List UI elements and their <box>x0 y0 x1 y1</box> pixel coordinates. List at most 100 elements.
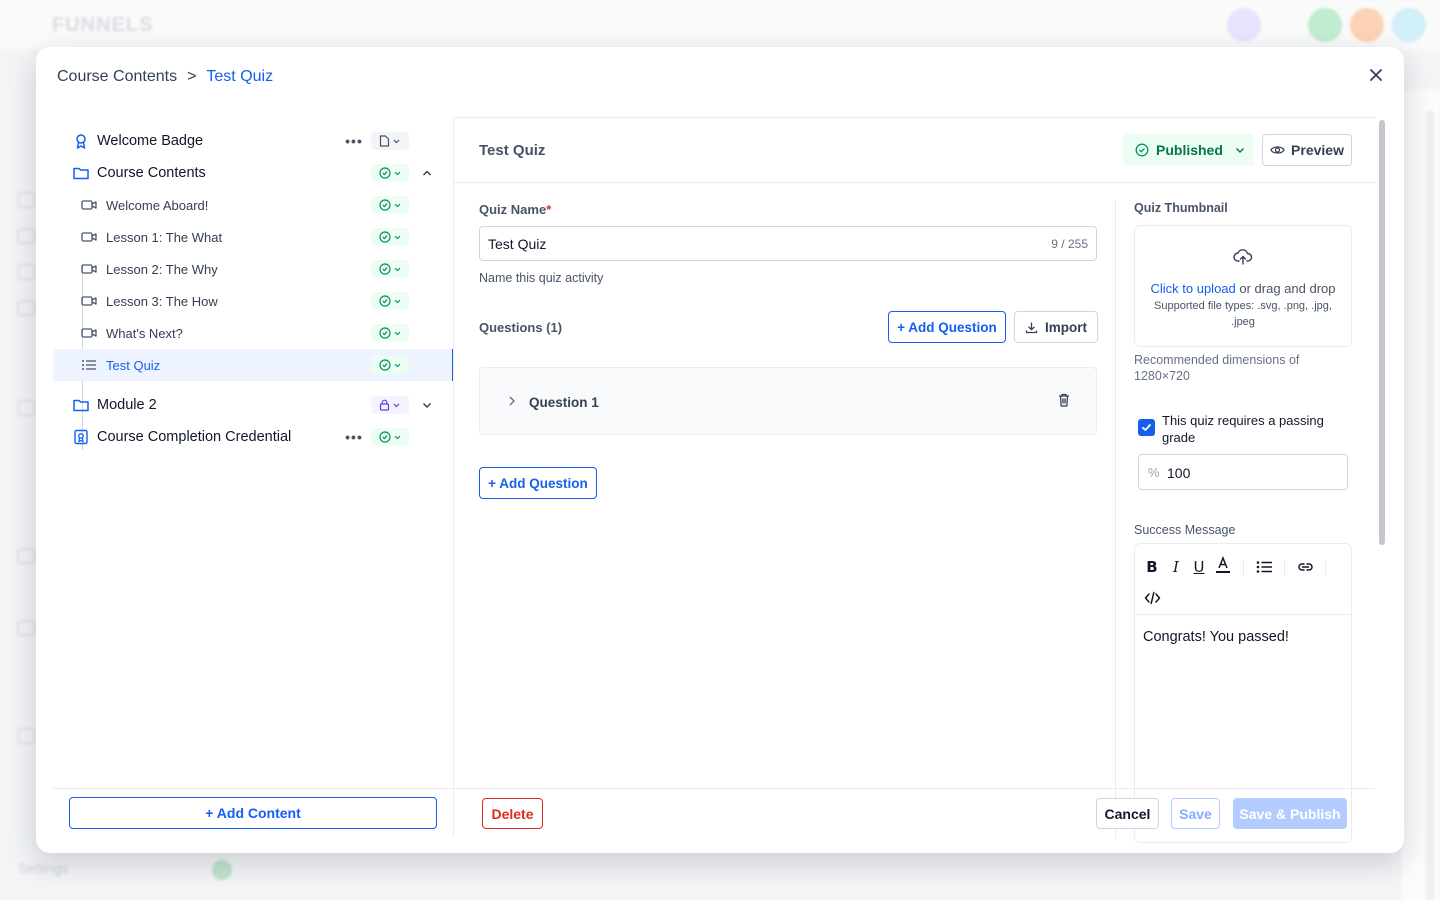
tree-item-course-contents[interactable]: Course Contents <box>53 157 453 189</box>
underline-icon[interactable]: U <box>1189 557 1209 577</box>
chevron-right-icon[interactable] <box>506 394 518 411</box>
toolbar-separator <box>1243 560 1244 576</box>
passing-grade-label: This quiz requires a passing grade <box>1162 413 1324 445</box>
preview-button[interactable]: Preview <box>1262 134 1352 166</box>
quiz-name-label: Quiz Name* <box>479 202 551 217</box>
tree-item-label: Module 2 <box>97 397 157 413</box>
tree-item-label: Welcome Badge <box>97 133 204 149</box>
status-draft-dropdown[interactable] <box>371 132 409 150</box>
close-button[interactable] <box>1366 65 1386 85</box>
status-label: Published <box>1156 142 1223 158</box>
tree-item-label: Course Completion Credential <box>97 429 292 445</box>
chevron-down-icon <box>394 171 400 175</box>
passing-grade-input[interactable]: % 100 <box>1138 454 1348 490</box>
badge-icon <box>72 132 90 150</box>
modal-scrollbar-thumb[interactable] <box>1379 120 1385 545</box>
click-to-upload-link[interactable]: Click to upload <box>1150 281 1235 296</box>
question-card[interactable]: Question 1 <box>479 367 1097 435</box>
add-content-button[interactable]: + Add Content <box>69 797 437 829</box>
character-count: 9 / 255 <box>1051 237 1088 251</box>
breadcrumb-separator: > <box>187 68 197 85</box>
tree-item-label: Welcome Aboard! <box>106 197 209 213</box>
trash-icon[interactable] <box>1056 392 1072 411</box>
more-options-icon[interactable]: ••• <box>345 132 363 150</box>
success-message-content[interactable]: Congrats! You passed! <box>1143 629 1289 645</box>
status-published-dropdown[interactable] <box>371 324 409 342</box>
lock-icon <box>379 399 390 411</box>
status-published-dropdown[interactable] <box>371 164 409 182</box>
passing-grade-checkbox[interactable] <box>1138 419 1155 436</box>
thumbnail-label: Quiz Thumbnail <box>1134 201 1228 215</box>
breadcrumb-current: Test Quiz <box>206 68 274 85</box>
passing-grade-value: 100 <box>1167 465 1191 481</box>
status-published-dropdown[interactable] <box>371 260 409 278</box>
required-mark: * <box>546 202 552 217</box>
delete-button[interactable]: Delete <box>482 798 543 829</box>
more-options-icon[interactable]: ••• <box>345 428 363 446</box>
tree-item-welcome-badge[interactable]: Welcome Badge ••• <box>53 125 453 157</box>
save-button[interactable]: Save <box>1171 798 1220 829</box>
video-icon <box>80 292 98 310</box>
tree-item-lesson[interactable]: Lesson 3: The How <box>53 285 453 317</box>
code-icon[interactable] <box>1142 588 1162 608</box>
folder-icon <box>72 164 90 182</box>
status-published-dropdown[interactable] <box>371 356 409 374</box>
status-published-dropdown[interactable] <box>371 196 409 214</box>
italic-icon[interactable]: I <box>1166 557 1186 577</box>
tree-item-lesson[interactable]: Lesson 2: The Why <box>53 253 453 285</box>
eye-icon <box>1270 146 1285 154</box>
tree-item-test-quiz[interactable]: Test Quiz <box>53 349 454 381</box>
status-published-dropdown[interactable] <box>371 292 409 310</box>
check-circle-icon <box>378 231 391 243</box>
add-question-bottom-button[interactable]: + Add Question <box>479 467 597 499</box>
thumbnail-upload-dropzone[interactable]: Click to upload or drag and drop Support… <box>1134 225 1352 347</box>
import-button[interactable]: Import <box>1014 311 1098 343</box>
chevron-down-icon <box>422 402 432 409</box>
check-circle-icon <box>378 167 391 179</box>
questions-label: Questions (1) <box>479 320 563 335</box>
upload-instructions: Click to upload or drag and drop <box>1135 281 1351 296</box>
folder-icon <box>72 396 90 414</box>
pane-title: Test Quiz <box>479 142 546 159</box>
chevron-down-icon <box>394 235 400 239</box>
text-color-icon[interactable] <box>1213 555 1233 575</box>
preview-label: Preview <box>1291 142 1344 158</box>
tree-item-module-2[interactable]: Module 2 <box>53 389 453 421</box>
tree-item-lesson[interactable]: Lesson 1: The What <box>53 221 453 253</box>
save-publish-button[interactable]: Save & Publish <box>1233 798 1347 829</box>
footer-divider <box>453 788 1375 789</box>
tree-item-lesson[interactable]: Welcome Aboard! <box>53 189 453 221</box>
chevron-down-icon <box>394 267 400 271</box>
link-icon[interactable] <box>1295 557 1315 577</box>
editor-toolbar: B I U <box>1135 544 1351 615</box>
close-icon <box>1370 69 1382 81</box>
percent-icon: % <box>1148 465 1160 480</box>
credential-icon <box>72 428 90 446</box>
status-published-dropdown[interactable] <box>371 228 409 246</box>
column-divider <box>1115 200 1116 838</box>
check-circle-icon <box>378 359 391 371</box>
chevron-down-icon <box>394 363 400 367</box>
recommended-dimensions: Recommended dimensions of 1280×720 <box>1134 353 1300 383</box>
status-locked-dropdown[interactable] <box>371 396 409 414</box>
bold-icon[interactable]: B <box>1142 557 1162 577</box>
chevron-down-icon <box>393 139 400 143</box>
expand-toggle[interactable] <box>419 397 435 413</box>
tree-item-credential[interactable]: Course Completion Credential ••• <box>53 421 453 453</box>
toolbar-separator <box>1325 560 1326 576</box>
tree-item-lesson[interactable]: What's Next? <box>53 317 453 349</box>
chevron-down-icon <box>394 435 400 439</box>
check-circle-icon <box>378 327 391 339</box>
collapse-toggle[interactable] <box>419 165 435 181</box>
breadcrumb: Course Contents > Test Quiz <box>36 47 1404 107</box>
bullet-list-icon[interactable] <box>1254 557 1274 577</box>
quiz-name-input[interactable]: Test Quiz 9 / 255 <box>479 226 1097 261</box>
cancel-button[interactable]: Cancel <box>1096 798 1159 829</box>
chevron-down-icon <box>393 403 400 407</box>
add-question-button[interactable]: + Add Question <box>888 311 1006 343</box>
status-dropdown[interactable]: Published <box>1123 134 1254 166</box>
download-icon <box>1025 322 1038 333</box>
status-published-dropdown[interactable] <box>371 428 409 446</box>
breadcrumb-root[interactable]: Course Contents <box>57 68 177 86</box>
chevron-up-icon <box>422 170 432 176</box>
